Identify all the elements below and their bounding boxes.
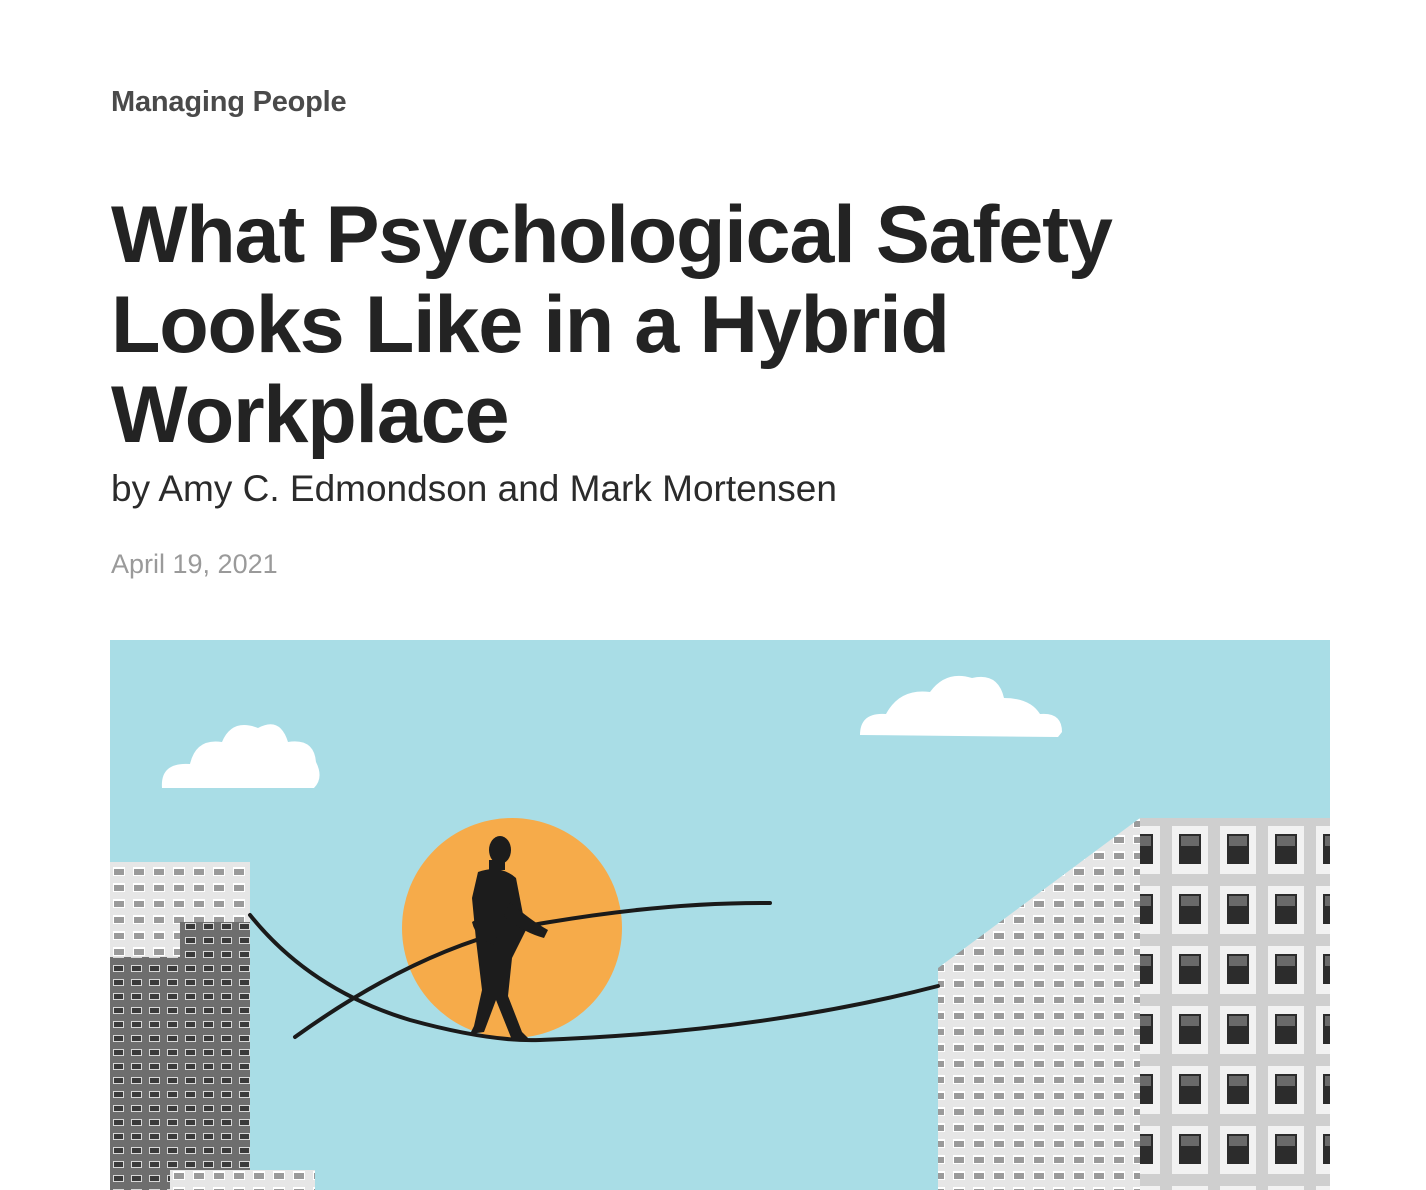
topic-link[interactable]: Managing People (111, 86, 347, 119)
title-line: Looks Like in a Hybrid (111, 280, 950, 370)
author-link-mortensen[interactable]: Mark Mortensen (570, 468, 837, 509)
title-line: Workplace (111, 370, 510, 460)
title-line: What Psychological Safety (111, 190, 1113, 280)
byline-prefix: by (111, 468, 159, 509)
author-joiner: and (487, 468, 570, 509)
hero-illustration (110, 640, 1330, 1190)
hero-image (110, 640, 1330, 1190)
byline: by Amy C. Edmondson and Mark Mortensen (111, 468, 837, 510)
author-link-edmondson[interactable]: Amy C. Edmondson (158, 468, 487, 509)
article-title: What Psychological Safety Looks Like in … (111, 190, 1311, 460)
publish-date: April 19, 2021 (111, 549, 278, 579)
